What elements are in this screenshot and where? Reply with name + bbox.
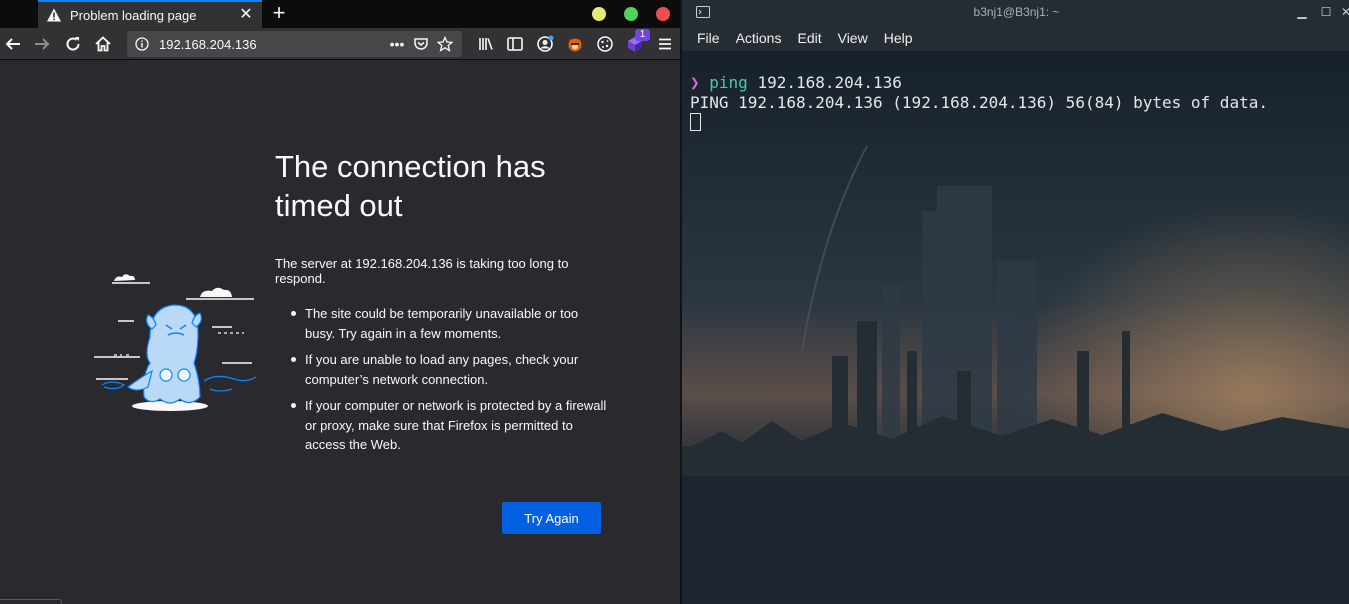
pocket-button[interactable] <box>412 35 430 53</box>
url-text[interactable]: 192.168.204.136 <box>159 37 382 52</box>
menu-view[interactable]: View <box>838 30 868 46</box>
tab-title: Problem loading page <box>70 7 197 23</box>
forward-arrow-icon <box>35 38 50 50</box>
menu-help[interactable]: Help <box>884 30 913 46</box>
terminal-output: ❯ ping 192.168.204.136 PING 192.168.204.… <box>690 73 1340 133</box>
fox-extension-icon <box>568 38 582 52</box>
city-wallpaper <box>682 51 1349 604</box>
window-maximize-button[interactable] <box>624 7 638 21</box>
timed-out-illustration <box>94 274 257 411</box>
ping-output-line: PING 192.168.204.136 (192.168.204.136) 5… <box>690 93 1268 112</box>
account-icon <box>537 35 554 52</box>
list-item: The site could be temporarily unavailabl… <box>290 304 610 343</box>
terminal-maximize-button[interactable]: ☐ <box>1319 5 1333 19</box>
reload-button[interactable] <box>62 33 84 55</box>
bookmark-button[interactable] <box>436 35 454 53</box>
account-button[interactable] <box>535 34 555 54</box>
library-icon <box>479 38 493 50</box>
home-button[interactable] <box>92 33 114 55</box>
tab-close-icon[interactable]: ✕ <box>238 7 254 23</box>
page-actions-button[interactable]: ••• <box>388 35 406 53</box>
extension-badge: 1 <box>635 29 650 41</box>
url-bar[interactable]: 192.168.204.136 ••• <box>127 31 462 57</box>
pocket-icon <box>414 38 428 50</box>
status-panel-edge <box>0 599 62 604</box>
terminal-menubar: File Actions Edit View Help <box>682 24 1349 51</box>
warning-icon <box>47 8 61 22</box>
forward-button[interactable] <box>31 33 53 55</box>
error-title: The connection has timed out <box>275 149 546 223</box>
navigation-toolbar: 192.168.204.136 ••• <box>0 28 680 60</box>
terminal-titlebar[interactable]: b3nj1@B3nj1: ~ ▁ ☐ ✕ <box>682 0 1349 24</box>
menu-file[interactable]: File <box>697 30 720 46</box>
command-args: 192.168.204.136 <box>747 73 902 92</box>
new-tab-button[interactable]: + <box>268 2 290 24</box>
terminal-window: b3nj1@B3nj1: ~ ▁ ☐ ✕ File Actions Edit V… <box>680 0 1349 604</box>
window-minimize-button[interactable] <box>592 7 606 21</box>
sidebar-icon <box>507 37 523 51</box>
star-icon <box>437 36 453 52</box>
error-page: The connection has timed out The server … <box>0 61 680 604</box>
menu-actions[interactable]: Actions <box>736 30 782 46</box>
menu-edit[interactable]: Edit <box>797 30 821 46</box>
list-item: If you are unable to load any pages, che… <box>290 350 610 389</box>
home-icon <box>95 36 111 52</box>
library-button[interactable] <box>476 34 496 54</box>
error-description: The server at 192.168.204.136 is taking … <box>275 256 569 286</box>
reload-icon <box>66 37 80 51</box>
terminal-body[interactable]: ❯ ping 192.168.204.136 PING 192.168.204.… <box>682 51 1349 604</box>
terminal-cursor <box>690 113 701 131</box>
terminal-minimize-button[interactable]: ▁ <box>1295 5 1309 19</box>
error-suggestions: The site could be temporarily unavailabl… <box>290 304 610 462</box>
cookie-button[interactable] <box>595 34 615 54</box>
try-again-button[interactable]: Try Again <box>502 502 601 534</box>
extension-fox-button[interactable] <box>565 34 585 54</box>
hamburger-menu-icon <box>659 38 671 50</box>
cookie-icon <box>597 36 613 52</box>
firefox-window: Problem loading page ✕ + 192.168.204.136… <box>0 0 680 604</box>
info-icon[interactable] <box>135 37 149 51</box>
terminal-close-button[interactable]: ✕ <box>1339 5 1349 19</box>
prompt-line: ❯ ping 192.168.204.136 <box>690 73 902 92</box>
terminal-title: b3nj1@B3nj1: ~ <box>973 5 1060 19</box>
tab-problem-loading[interactable]: Problem loading page ✕ <box>38 0 262 28</box>
list-item: If your computer or network is protected… <box>290 396 610 455</box>
menu-button[interactable] <box>655 34 675 54</box>
sidebar-button[interactable] <box>505 34 525 54</box>
back-arrow-icon <box>5 38 20 50</box>
window-close-button[interactable] <box>656 7 670 21</box>
back-button[interactable] <box>2 33 24 55</box>
tab-bar: Problem loading page ✕ + <box>0 0 680 28</box>
prompt-symbol: ❯ <box>690 73 700 92</box>
command-name: ping <box>709 73 748 92</box>
